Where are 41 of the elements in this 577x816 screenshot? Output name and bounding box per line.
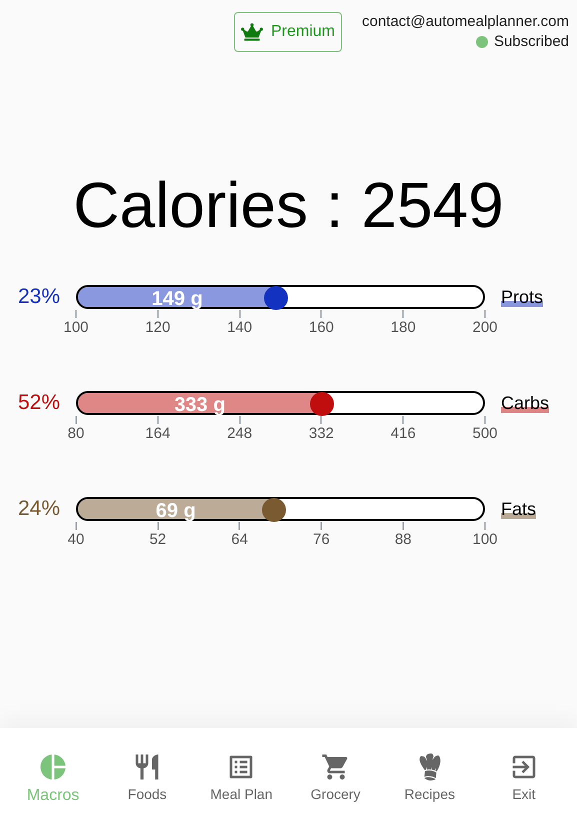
tick-label: 416 bbox=[390, 424, 416, 444]
nav-tab[interactable]: Grocery bbox=[292, 752, 380, 805]
tick-label: 500 bbox=[472, 424, 498, 444]
slider-thumb[interactable] bbox=[310, 392, 334, 416]
tick-label: 164 bbox=[145, 424, 170, 444]
slider-value: 69 g bbox=[156, 499, 196, 524]
nav-tab[interactable]: Meal Plan bbox=[197, 752, 286, 805]
macro-percent: 52% bbox=[16, 390, 61, 416]
slider-value: 149 g bbox=[152, 287, 203, 312]
tick-label: 140 bbox=[227, 318, 252, 338]
nav-tab[interactable]: Recipes bbox=[386, 752, 474, 805]
tick-label: 80 bbox=[68, 424, 84, 444]
tick-label: 100 bbox=[63, 318, 89, 338]
premium-button[interactable]: Premium bbox=[234, 12, 342, 52]
slider-thumb[interactable] bbox=[264, 286, 288, 310]
tick-label: 64 bbox=[231, 530, 248, 550]
tick-label: 76 bbox=[313, 530, 330, 550]
tick-label: 332 bbox=[308, 424, 334, 444]
tick-label: 200 bbox=[472, 318, 498, 338]
tick-label: 52 bbox=[149, 530, 166, 550]
tick-label: 248 bbox=[227, 424, 252, 444]
tick-label: 40 bbox=[68, 530, 84, 550]
tick-label: 180 bbox=[390, 318, 416, 338]
macro-percent: 23% bbox=[16, 284, 61, 310]
macro-label: Prots bbox=[501, 287, 544, 307]
slider-thumb[interactable] bbox=[262, 498, 286, 522]
macro-label: Carbs bbox=[501, 393, 550, 413]
tick-label: 160 bbox=[308, 318, 334, 338]
tick-label: 120 bbox=[145, 318, 170, 338]
tick-label: 100 bbox=[472, 530, 498, 550]
macro-percent: 24% bbox=[16, 496, 61, 522]
macro-label: Fats bbox=[501, 499, 536, 519]
calories-title: Calories : 2549 bbox=[72, 168, 505, 243]
account-email: contact@automealplanner.com bbox=[362, 12, 569, 32]
nav-tab[interactable]: Exit bbox=[480, 752, 568, 805]
crown-icon bbox=[240, 23, 263, 41]
subscription-status: Subscribed bbox=[494, 32, 569, 52]
tick-label: 88 bbox=[394, 530, 412, 550]
pie-chart-icon bbox=[38, 752, 68, 782]
nav-tab[interactable]: Foods bbox=[103, 752, 192, 805]
slider-value: 333 g bbox=[174, 393, 226, 418]
